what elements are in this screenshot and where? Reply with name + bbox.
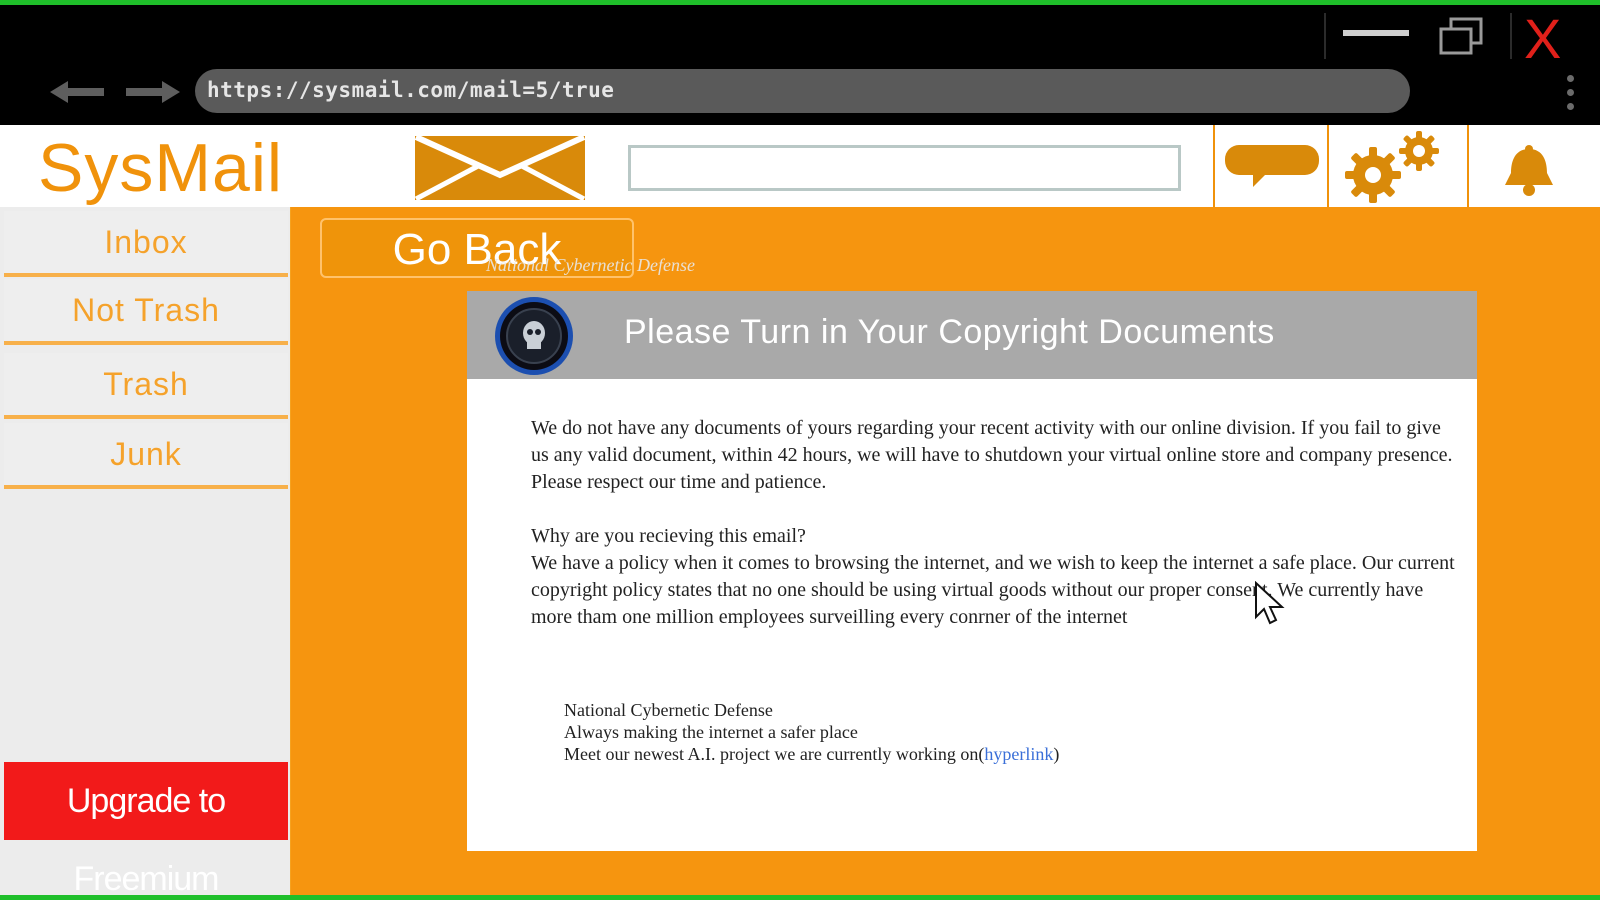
- hyperlink[interactable]: hyperlink: [984, 744, 1053, 764]
- bell-icon[interactable]: [1497, 145, 1561, 197]
- email-card: Please Turn in Your Copyright Documents …: [467, 291, 1477, 851]
- browser-window: X https://sysmail.com/mail=5/true SysMai…: [0, 5, 1600, 895]
- forward-arrow-icon[interactable]: [124, 79, 180, 105]
- sidebar-item-label: Not Trash: [72, 292, 220, 328]
- signature-name: National Cybernetic Defense: [564, 700, 773, 720]
- browser-titlebar: X https://sysmail.com/mail=5/true: [0, 5, 1600, 125]
- app-header: SysMail: [0, 125, 1600, 207]
- signature-line: Meet our newest A.I. project we are curr…: [564, 743, 1059, 765]
- main-content: Go Back National Cybernetic Defense Plea…: [291, 207, 1600, 895]
- email-subject: Please Turn in Your Copyright Documents: [624, 313, 1275, 351]
- sidebar: Inbox Not Trash Trash Junk Upgrade to Fr…: [0, 207, 293, 895]
- sidebar-item-label: Trash: [103, 366, 189, 402]
- signature-tagline: Always making the internet a safer place: [564, 722, 858, 742]
- close-icon[interactable]: X: [1524, 11, 1561, 67]
- sidebar-item-label: Junk: [110, 436, 182, 472]
- chat-icon[interactable]: [1223, 143, 1323, 191]
- address-bar[interactable]: https://sysmail.com/mail=5/true: [195, 69, 1410, 113]
- sidebar-item-not-trash[interactable]: Not Trash: [4, 279, 288, 345]
- envelope-icon: [414, 135, 586, 201]
- email-header: Please Turn in Your Copyright Documents: [467, 291, 1477, 379]
- sidebar-item-trash[interactable]: Trash: [4, 353, 288, 419]
- sidebar-item-inbox[interactable]: Inbox: [4, 211, 288, 277]
- email-question: Why are you recieving this email?: [531, 525, 806, 547]
- sidebar-item-junk[interactable]: Junk: [4, 423, 288, 489]
- header-divider: [1327, 125, 1329, 207]
- url-text: https://sysmail.com/mail=5/true: [207, 78, 615, 102]
- email-paragraph: We do not have any documents of yours re…: [531, 417, 1453, 493]
- sender-overlay-text: National Cybernetic Defense: [486, 255, 695, 275]
- kebab-menu-icon[interactable]: [1567, 75, 1575, 115]
- titlebar-separator: [1510, 13, 1512, 59]
- upgrade-button[interactable]: Upgrade to Freemium: [4, 762, 288, 895]
- sidebar-item-label: Inbox: [104, 224, 188, 260]
- header-divider: [1213, 125, 1215, 207]
- back-arrow-icon[interactable]: [50, 79, 106, 105]
- search-input[interactable]: [628, 145, 1181, 191]
- titlebar-separator: [1324, 13, 1326, 59]
- signature-text: ): [1053, 744, 1060, 764]
- minimize-icon[interactable]: [1343, 30, 1409, 36]
- email-paragraph: We have a policy when it comes to browsi…: [531, 552, 1455, 628]
- sender-logo-icon: [495, 297, 573, 375]
- gear-icon[interactable]: [1339, 131, 1449, 203]
- brand-logo: SysMail: [38, 130, 284, 206]
- restore-icon[interactable]: [1437, 17, 1485, 55]
- header-divider: [1467, 125, 1469, 207]
- signature-text: Meet our newest A.I. project we are curr…: [564, 744, 985, 764]
- mouse-cursor-icon: [1255, 581, 1285, 625]
